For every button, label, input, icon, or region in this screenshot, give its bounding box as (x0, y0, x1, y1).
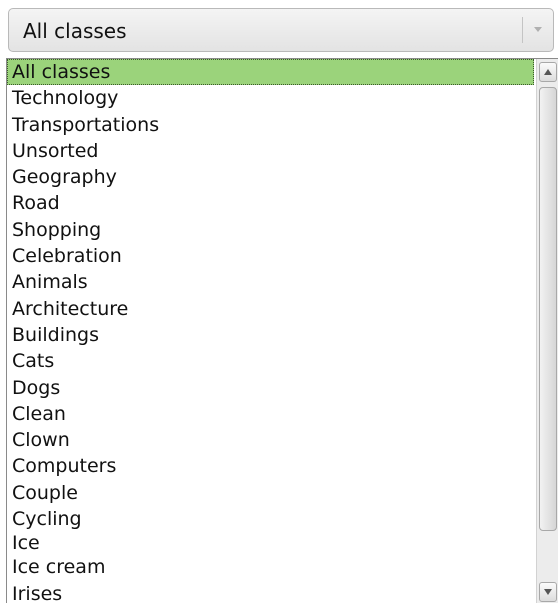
list-item[interactable]: Unsorted (7, 138, 534, 164)
list-item[interactable]: Architecture (7, 296, 534, 322)
combo-separator (522, 17, 523, 43)
class-list-items: All classes Technology Transportations Unso… (7, 59, 534, 603)
list-item[interactable]: Transportations (7, 112, 534, 138)
arrow-down-icon (544, 589, 552, 595)
list-item[interactable]: Clean (7, 401, 534, 427)
list-item[interactable]: Buildings (7, 322, 534, 348)
class-combobox[interactable]: All classes (8, 8, 554, 52)
list-item[interactable]: Geography (7, 164, 534, 190)
combo-selected-value: All classes (23, 19, 127, 43)
list-item[interactable]: All classes (7, 59, 534, 86)
list-item[interactable]: Dogs (7, 375, 534, 401)
list-item[interactable]: Animals (7, 269, 534, 295)
list-item[interactable]: Clown (7, 427, 534, 453)
list-item[interactable]: Cats (7, 348, 534, 374)
chevron-down-icon[interactable] (530, 19, 546, 39)
scroll-up-button[interactable] (539, 62, 557, 82)
list-item[interactable]: Couple (7, 480, 534, 506)
vertical-scrollbar[interactable] (536, 59, 558, 603)
list-item[interactable]: Cycling (7, 506, 534, 532)
list-item[interactable]: Technology (7, 85, 534, 111)
arrow-up-icon (544, 69, 552, 75)
list-item[interactable]: Ice (7, 532, 534, 554)
list-item[interactable]: Shopping (7, 217, 534, 243)
scroll-thumb[interactable] (539, 87, 557, 531)
list-item[interactable]: Irises (7, 581, 534, 603)
list-item[interactable]: Road (7, 190, 534, 216)
list-item[interactable]: Celebration (7, 243, 534, 269)
class-listbox[interactable]: All classes Technology Transportations Unso… (6, 58, 558, 603)
scroll-down-button[interactable] (539, 582, 557, 602)
list-item[interactable]: Ice cream (7, 554, 534, 580)
list-item[interactable]: Computers (7, 453, 534, 479)
